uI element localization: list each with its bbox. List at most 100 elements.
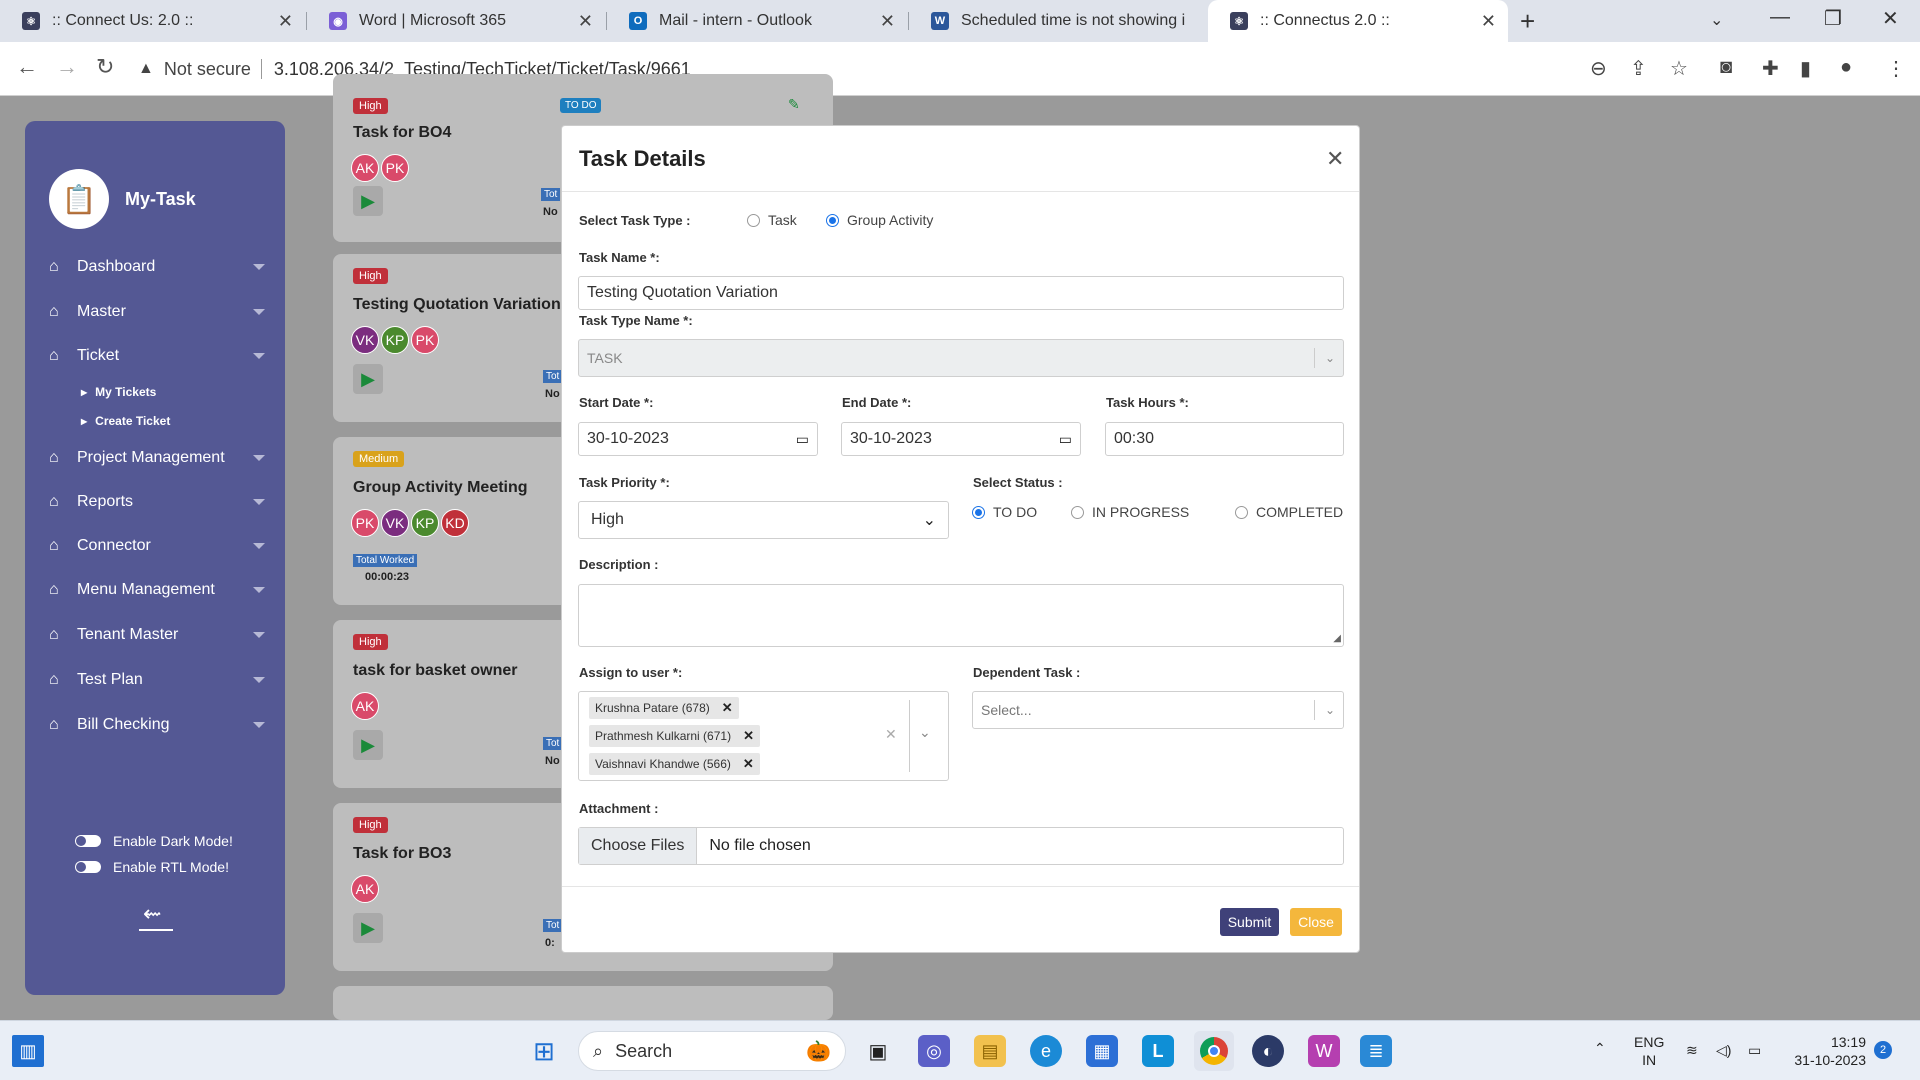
notepad-icon[interactable]: ≣ (1360, 1035, 1392, 1067)
sidebar-item-tenant-master[interactable]: ⌂ Tenant Master (49, 620, 265, 650)
sidebar-item-master[interactable]: ⌂ Master (49, 297, 265, 327)
rtl-mode-toggle[interactable]: Enable RTL Mode! (75, 859, 229, 875)
collapse-sidebar-icon[interactable]: ⇜ (139, 901, 173, 931)
remove-chip-icon[interactable]: ✕ (743, 756, 754, 772)
priority-select[interactable]: High ⌄ (578, 501, 949, 539)
calendar-icon[interactable]: ▭ (1059, 431, 1072, 448)
chrome-icon[interactable] (1194, 1031, 1234, 1071)
close-tab-icon[interactable]: ✕ (1481, 11, 1496, 32)
radio-button[interactable] (826, 213, 839, 227)
window-close-icon[interactable]: ✕ (1882, 6, 1899, 31)
status-radio-completed[interactable]: COMPLETED (1235, 504, 1343, 520)
l-app-icon[interactable]: L (1142, 1035, 1174, 1067)
volume-icon[interactable]: ◁) (1716, 1041, 1731, 1059)
chevron-up-icon[interactable]: ⌃ (1594, 1039, 1606, 1057)
browser-tab[interactable]: ⚛ :: Connect Us: 2.0 :: ✕ (0, 0, 305, 42)
back-icon[interactable]: ← (16, 54, 38, 80)
submit-button[interactable]: Submit (1220, 908, 1279, 936)
task-view-icon[interactable]: ▣ (862, 1035, 894, 1067)
chevron-down-icon[interactable]: ⌄ (919, 724, 931, 741)
teams-chat-icon[interactable]: ◎ (918, 1035, 950, 1067)
language-indicator[interactable]: ENG IN (1634, 1033, 1664, 1069)
w-app-icon[interactable]: W (1308, 1035, 1340, 1067)
reload-icon[interactable]: ↻ (96, 54, 114, 80)
dark-mode-toggle[interactable]: Enable Dark Mode! (75, 833, 233, 849)
restore-icon[interactable]: ❐ (1824, 6, 1842, 31)
minimize-icon[interactable]: — (1770, 6, 1790, 29)
status-radio-todo[interactable]: TO DO (972, 504, 1037, 520)
radio-button[interactable] (972, 505, 985, 519)
sidebar-item-test-plan[interactable]: ⌂ Test Plan (49, 665, 265, 695)
side-panel-icon[interactable]: ▮ (1800, 56, 1811, 81)
browser-tab[interactable]: ◉ Word | Microsoft 365 ✕ (307, 0, 605, 42)
play-icon[interactable]: ▶ (353, 913, 383, 943)
submenu-my-tickets[interactable]: ▶ My Tickets (81, 385, 156, 399)
close-tab-icon[interactable]: ✕ (578, 11, 593, 32)
task-hours-input[interactable]: 00:30 (1105, 422, 1344, 456)
task-type-radio-group-activity[interactable]: Group Activity (826, 212, 933, 228)
status-radio-in-progress[interactable]: IN PROGRESS (1071, 504, 1189, 520)
task-card[interactable] (333, 986, 833, 1020)
task-name-input[interactable]: Testing Quotation Variation (578, 276, 1344, 310)
share-icon[interactable]: ⇪ (1630, 56, 1647, 81)
brand[interactable]: 📋 My-Task (49, 169, 196, 229)
battery-icon[interactable]: ▭ (1748, 1041, 1761, 1059)
toggle-switch[interactable] (75, 861, 101, 873)
sidebar-item-menu-management[interactable]: ⌂ Menu Management (49, 575, 265, 605)
calendar-icon[interactable]: ▭ (796, 431, 809, 448)
sidebar-item-connector[interactable]: ⌂ Connector (49, 531, 265, 561)
store-icon[interactable]: ▦ (1086, 1035, 1118, 1067)
zoom-icon[interactable]: ⊖ (1590, 56, 1607, 81)
edit-icon[interactable]: ✎ (788, 96, 800, 113)
edge-icon[interactable]: e (1030, 1035, 1062, 1067)
close-icon[interactable]: ✕ (1326, 146, 1344, 172)
profile-icon[interactable]: ● (1840, 56, 1852, 79)
tab-search-icon[interactable]: ⌄ (1710, 10, 1723, 30)
notification-badge[interactable]: 2 (1874, 1041, 1892, 1059)
radio-button[interactable] (1235, 505, 1248, 519)
choose-files-button[interactable]: Choose Files (579, 828, 698, 864)
incognito-icon[interactable]: ◙ (1720, 56, 1732, 79)
sidebar-item-bill-checking[interactable]: ⌂ Bill Checking (49, 710, 265, 740)
sidebar-item-dashboard[interactable]: ⌂ Dashboard (49, 252, 265, 282)
description-textarea[interactable]: ◢ (578, 584, 1344, 647)
submenu-create-ticket[interactable]: ▶ Create Ticket (81, 414, 170, 428)
browser-tab-active[interactable]: ⚛ :: Connectus 2.0 :: ✕ (1208, 0, 1508, 42)
play-icon[interactable]: ▶ (353, 730, 383, 760)
start-date-input[interactable]: 30-10-2023 ▭ (578, 422, 818, 456)
eclipse-icon[interactable]: ◐ (1252, 1035, 1284, 1067)
radio-button[interactable] (747, 213, 760, 227)
forward-icon[interactable]: → (56, 54, 78, 80)
dependent-task-select[interactable]: Select... ⌄ (972, 691, 1344, 729)
file-explorer-icon[interactable]: ▤ (974, 1035, 1006, 1067)
sidebar-item-reports[interactable]: ⌂ Reports (49, 487, 265, 517)
taskbar-search[interactable]: ⌕ Search 🎃 (578, 1031, 846, 1071)
attachment-file-input[interactable]: Choose Files No file chosen (578, 827, 1344, 865)
sidebar-item-project-management[interactable]: ⌂ Project Management (49, 443, 265, 473)
radio-button[interactable] (1071, 505, 1084, 519)
close-tab-icon[interactable]: ✕ (880, 11, 895, 32)
more-menu-icon[interactable]: ⋮ (1886, 56, 1906, 81)
extensions-icon[interactable]: ✚ (1762, 56, 1779, 81)
clear-all-icon[interactable]: ✕ (885, 726, 897, 743)
bookmark-star-icon[interactable]: ☆ (1670, 56, 1688, 81)
new-tab-icon[interactable]: + (1520, 6, 1535, 37)
browser-tab[interactable]: W Scheduled time is not showing i (909, 0, 1207, 42)
browser-tab[interactable]: O Mail - intern - Outlook ✕ (607, 0, 907, 42)
end-date-input[interactable]: 30-10-2023 ▭ (841, 422, 1081, 456)
widgets-icon[interactable]: ▥ (12, 1035, 44, 1067)
windows-start-icon[interactable]: ⊞ (528, 1035, 560, 1067)
toggle-switch[interactable] (75, 835, 101, 847)
assign-user-multiselect[interactable]: Krushna Patare (678) ✕ Prathmesh Kulkarn… (578, 691, 949, 781)
resize-handle-icon[interactable]: ◢ (1333, 633, 1341, 644)
clock[interactable]: 13:19 31-10-2023 (1786, 1033, 1866, 1069)
close-tab-icon[interactable]: ✕ (278, 11, 293, 32)
play-icon[interactable]: ▶ (353, 186, 383, 216)
close-button[interactable]: Close (1290, 908, 1342, 936)
remove-chip-icon[interactable]: ✕ (743, 728, 754, 744)
task-type-radio-task[interactable]: Task (747, 212, 797, 228)
remove-chip-icon[interactable]: ✕ (722, 700, 733, 716)
play-icon[interactable]: ▶ (353, 364, 383, 394)
wifi-icon[interactable]: ≋ (1686, 1041, 1698, 1059)
sidebar-item-ticket[interactable]: ⌂ Ticket (49, 341, 265, 371)
